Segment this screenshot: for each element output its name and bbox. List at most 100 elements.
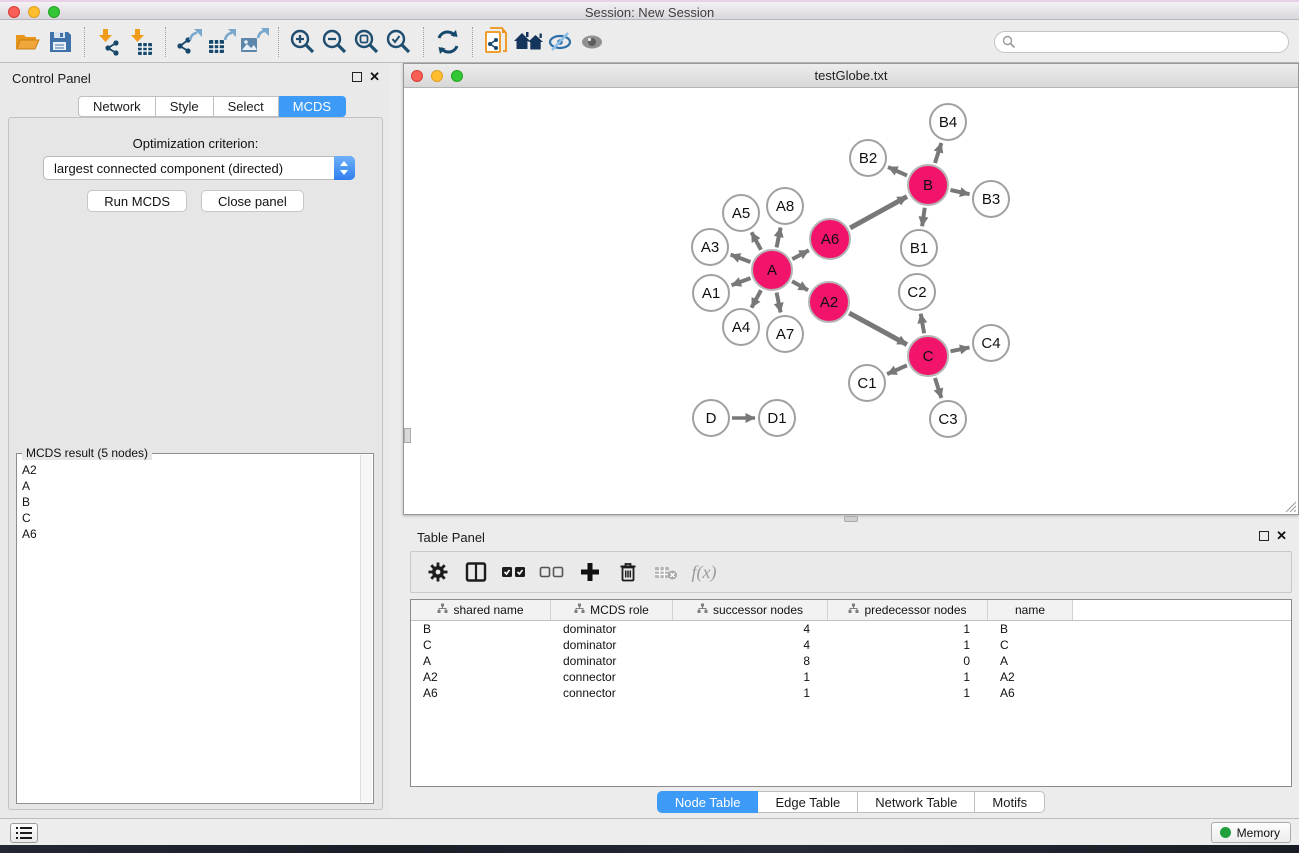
- select-all-icon[interactable]: [497, 556, 531, 588]
- clone-network-icon[interactable]: [481, 27, 513, 57]
- graph-node-B2[interactable]: B2: [849, 139, 887, 177]
- graph-edge-A-A4[interactable]: [752, 290, 762, 307]
- column-header-mcds-role[interactable]: MCDS role: [551, 600, 673, 620]
- table-row[interactable]: Cdominator41C: [411, 637, 1291, 653]
- graph-edge-C-C1[interactable]: [887, 365, 907, 374]
- graph-edge-C-C3[interactable]: [935, 378, 941, 398]
- splitter-handle[interactable]: [844, 516, 858, 522]
- task-history-button[interactable]: [10, 823, 38, 843]
- graph-node-A1[interactable]: A1: [692, 274, 730, 312]
- column-header-name[interactable]: name: [988, 600, 1073, 620]
- export-table-icon[interactable]: [206, 27, 238, 57]
- graph-edge-B-B2[interactable]: [888, 167, 907, 176]
- graph-edge-B-B4[interactable]: [935, 143, 941, 163]
- function-builder-icon[interactable]: f(x): [687, 556, 721, 588]
- graph-edge-A-A5[interactable]: [752, 232, 762, 249]
- column-header-predecessor-nodes[interactable]: predecessor nodes: [828, 600, 988, 620]
- graph-edge-A-A6[interactable]: [792, 250, 809, 259]
- graph-node-C1[interactable]: C1: [848, 364, 886, 402]
- graph-node-A7[interactable]: A7: [766, 315, 804, 353]
- tab-edge-table[interactable]: Edge Table: [758, 791, 858, 813]
- tab-motifs[interactable]: Motifs: [975, 791, 1045, 813]
- graph-edge-A-A2[interactable]: [792, 281, 808, 290]
- hide-graphics-details-icon[interactable]: [545, 27, 577, 57]
- import-network-icon[interactable]: [93, 27, 125, 57]
- close-panel-icon[interactable]: ✕: [369, 69, 380, 85]
- open-session-icon[interactable]: [12, 27, 44, 57]
- add-column-icon[interactable]: [573, 556, 607, 588]
- export-image-icon[interactable]: [238, 27, 270, 57]
- graph-node-C2[interactable]: C2: [898, 273, 936, 311]
- save-session-icon[interactable]: [44, 27, 76, 57]
- result-scrollbar[interactable]: [360, 455, 372, 802]
- zoom-fit-icon[interactable]: [351, 27, 383, 57]
- graph-edge-A-A7[interactable]: [777, 293, 781, 313]
- column-header-shared-name[interactable]: shared name: [411, 600, 551, 620]
- show-graphics-details-icon[interactable]: [577, 27, 609, 57]
- zoom-selected-icon[interactable]: [383, 27, 415, 57]
- tab-node-table[interactable]: Node Table: [657, 791, 759, 813]
- canvas-left-grip[interactable]: [404, 428, 411, 443]
- result-item[interactable]: A2: [19, 462, 359, 478]
- result-item[interactable]: C: [19, 510, 359, 526]
- table-row[interactable]: Adominator80A: [411, 653, 1291, 669]
- tab-network-table[interactable]: Network Table: [858, 791, 975, 813]
- export-network-icon[interactable]: [174, 27, 206, 57]
- tab-network[interactable]: Network: [78, 96, 156, 117]
- run-mcds-button[interactable]: Run MCDS: [87, 190, 187, 212]
- graph-node-D[interactable]: D: [692, 399, 730, 437]
- table-row[interactable]: A2connector11A2: [411, 669, 1291, 685]
- result-item[interactable]: A6: [19, 526, 359, 542]
- column-header-successor-nodes[interactable]: successor nodes: [673, 600, 828, 620]
- import-table-icon[interactable]: [125, 27, 157, 57]
- graph-node-B3[interactable]: B3: [972, 180, 1010, 218]
- graph-node-C3[interactable]: C3: [929, 400, 967, 438]
- window-resize-grip[interactable]: [1283, 499, 1297, 513]
- table-settings-icon[interactable]: [421, 556, 455, 588]
- graph-edge-A-A1[interactable]: [732, 278, 751, 285]
- float-panel-icon[interactable]: [352, 72, 362, 82]
- graph-node-C4[interactable]: C4: [972, 324, 1010, 362]
- result-item[interactable]: B: [19, 494, 359, 510]
- graph-node-A8[interactable]: A8: [766, 187, 804, 225]
- graph-node-A2[interactable]: A2: [808, 281, 850, 323]
- tab-style[interactable]: Style: [156, 96, 214, 117]
- graph-node-B4[interactable]: B4: [929, 103, 967, 141]
- optimization-criterion-dropdown[interactable]: largest connected component (directed): [43, 156, 355, 180]
- tab-select[interactable]: Select: [214, 96, 279, 117]
- network-canvas[interactable]: B4 B2 B B3 A8A5 A6 A3 B1 A C2 A1 A2 A4A7 C4 C C1 D D1 C3: [404, 89, 1298, 514]
- zoom-out-icon[interactable]: [319, 27, 351, 57]
- result-item[interactable]: A: [19, 478, 359, 494]
- graph-node-B1[interactable]: B1: [900, 229, 938, 267]
- table-row[interactable]: A6connector11A6: [411, 685, 1291, 701]
- graph-edge-A6-B[interactable]: [850, 197, 907, 228]
- graph-node-A[interactable]: A: [751, 249, 793, 291]
- home-icon[interactable]: [513, 27, 545, 57]
- graph-edge-A2-C[interactable]: [849, 313, 907, 344]
- graph-edge-A-A3[interactable]: [731, 255, 751, 262]
- close-panel-button[interactable]: Close panel: [201, 190, 304, 212]
- refresh-icon[interactable]: [432, 27, 464, 57]
- table-row[interactable]: Bdominator41B: [411, 621, 1291, 637]
- close-table-panel-icon[interactable]: ✕: [1276, 528, 1287, 544]
- graph-node-A6[interactable]: A6: [809, 218, 851, 260]
- column-visibility-icon[interactable]: [459, 556, 493, 588]
- graph-node-C[interactable]: C: [907, 335, 949, 377]
- memory-button[interactable]: Memory: [1211, 822, 1291, 843]
- search-input[interactable]: [994, 31, 1289, 53]
- horizontal-splitter[interactable]: [403, 515, 1299, 523]
- graph-node-A3[interactable]: A3: [691, 228, 729, 266]
- graph-node-A5[interactable]: A5: [722, 194, 760, 232]
- graph-edge-B-B3[interactable]: [950, 190, 969, 194]
- graph-edge-C-C4[interactable]: [951, 347, 970, 351]
- delete-table-icon[interactable]: [649, 556, 683, 588]
- delete-column-icon[interactable]: [611, 556, 645, 588]
- graph-edge-C-C2[interactable]: [921, 314, 924, 334]
- graph-node-B[interactable]: B: [907, 164, 949, 206]
- graph-node-D1[interactable]: D1: [758, 399, 796, 437]
- graph-node-A4[interactable]: A4: [722, 308, 760, 346]
- graph-edge-B-B1[interactable]: [922, 208, 925, 226]
- deselect-all-icon[interactable]: [535, 556, 569, 588]
- float-table-panel-icon[interactable]: [1259, 531, 1269, 541]
- tab-mcds[interactable]: MCDS: [279, 96, 346, 117]
